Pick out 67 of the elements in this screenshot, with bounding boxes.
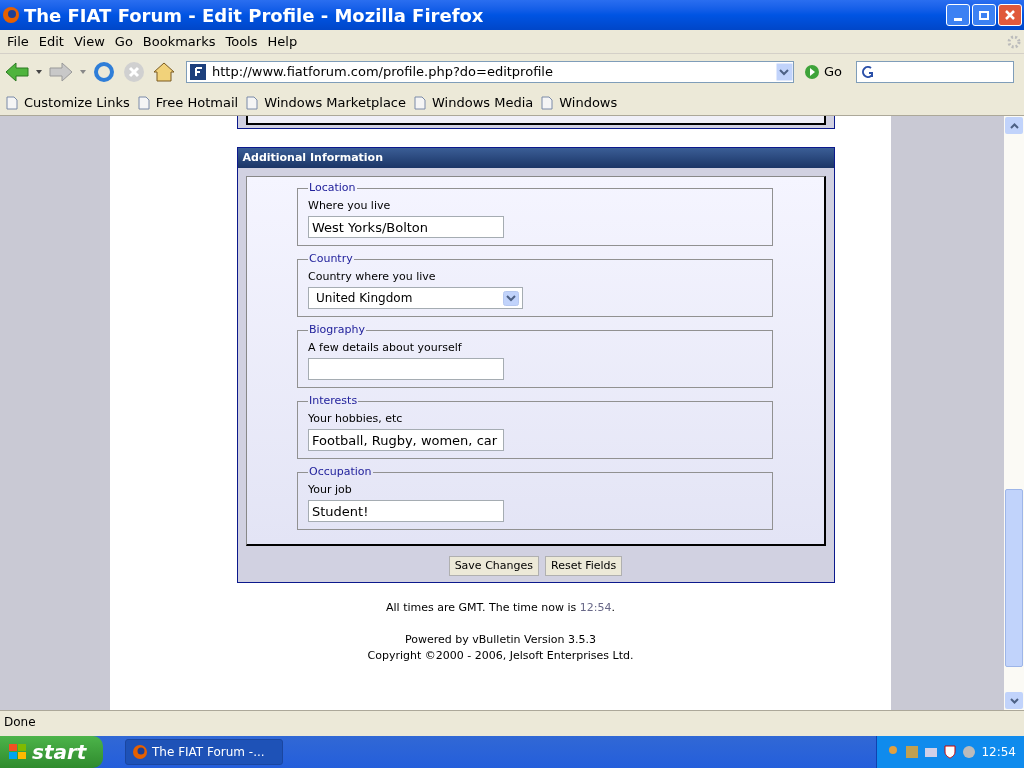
menu-item[interactable]: Edit	[33, 31, 69, 52]
menu-item[interactable]: Tools	[220, 31, 263, 52]
page-icon	[246, 95, 259, 110]
scrollbar[interactable]	[1004, 116, 1024, 710]
go-button[interactable]: Go	[804, 62, 843, 82]
chevron-down-icon	[1009, 697, 1019, 704]
form-button[interactable]: Reset Fields	[545, 556, 623, 576]
close-button[interactable]	[998, 4, 1022, 26]
fieldset-legend: Biography	[308, 322, 367, 339]
close-icon	[1004, 9, 1016, 21]
site-icon	[190, 64, 206, 80]
shield-icon[interactable]	[942, 744, 958, 760]
field-label: Where you live	[308, 197, 392, 214]
fieldset-legend: Country	[308, 251, 354, 268]
copyright-text: Copyright ©2000 - 2006, Jelsoft Enterprises Ltd.	[367, 648, 634, 664]
status-bar: Done	[0, 710, 1024, 732]
form-button[interactable]: Save Changes	[448, 556, 539, 576]
page-icon	[137, 95, 150, 110]
window-title: The FIAT Forum - Edit Profile - Mozilla Firefox	[24, 3, 485, 28]
back-arrow-icon[interactable]	[4, 61, 30, 83]
page-icon	[541, 95, 554, 110]
bookmark-link[interactable]: Windows	[559, 92, 618, 113]
country-dropdown[interactable]: United Kingdom	[308, 287, 523, 309]
scroll-down-button[interactable]	[1005, 692, 1023, 709]
bookmark-link[interactable]: Customize Links	[24, 92, 130, 113]
text-field[interactable]	[308, 358, 504, 380]
field-label: Your hobbies, etc	[308, 410, 404, 427]
home-icon[interactable]	[152, 60, 176, 84]
text-field[interactable]: Student!	[308, 500, 504, 522]
chevron-down-icon[interactable]	[776, 63, 793, 81]
menu-item[interactable]: Bookmarks	[137, 31, 221, 52]
fieldset-legend: Location	[308, 180, 357, 197]
bookmark-link[interactable]: Windows Media	[432, 92, 534, 113]
windows-logo-icon	[8, 743, 28, 761]
search-field[interactable]	[856, 61, 1015, 83]
page-icon	[414, 95, 426, 110]
footer-text: All times are GMT. The time now is 12:54.	[386, 600, 615, 616]
menu-item[interactable]: File	[2, 31, 34, 52]
clock: 12:54	[981, 744, 1016, 761]
menu-item[interactable]: View	[68, 31, 110, 52]
page-icon	[6, 95, 18, 110]
chevron-up-icon	[1009, 122, 1019, 129]
field-label: Your job	[308, 481, 353, 498]
text-field[interactable]: West Yorks/Bolton	[308, 216, 504, 238]
scroll-up-button[interactable]	[1005, 117, 1023, 134]
minimize-button[interactable]	[946, 4, 970, 26]
taskbar-button[interactable]: The FIAT Forum -...	[125, 739, 283, 765]
field-label: A few details about yourself	[308, 339, 463, 356]
text-field[interactable]: Football, Rugby, women, car	[308, 429, 504, 451]
forward-arrow-icon[interactable]	[48, 61, 74, 83]
field-label: Country where you live	[308, 268, 437, 285]
chevron-down-icon	[503, 290, 519, 306]
reload-icon[interactable]	[92, 60, 116, 84]
panel-header: Additional Information	[237, 148, 834, 168]
restore-button[interactable]	[972, 4, 996, 26]
address-field[interactable]: http://www.fiatforum.com/profile.php?do=editprofile	[186, 61, 794, 83]
caret-icon[interactable]	[36, 70, 42, 74]
play-icon	[804, 64, 820, 80]
scroll-thumb[interactable]	[1005, 489, 1023, 667]
menu-item[interactable]: Help	[262, 31, 303, 52]
throbber-icon	[1006, 33, 1022, 50]
fieldset-legend: Occupation	[308, 464, 373, 481]
menu-item[interactable]: Go	[109, 31, 138, 52]
powered-by-text: Powered by vBulletin Version 3.5.3	[405, 631, 596, 648]
bookmark-link[interactable]: Free Hotmail	[155, 92, 239, 113]
bookmark-link[interactable]: Windows Marketplace	[264, 92, 406, 113]
fieldset-legend: Interests	[308, 393, 359, 410]
